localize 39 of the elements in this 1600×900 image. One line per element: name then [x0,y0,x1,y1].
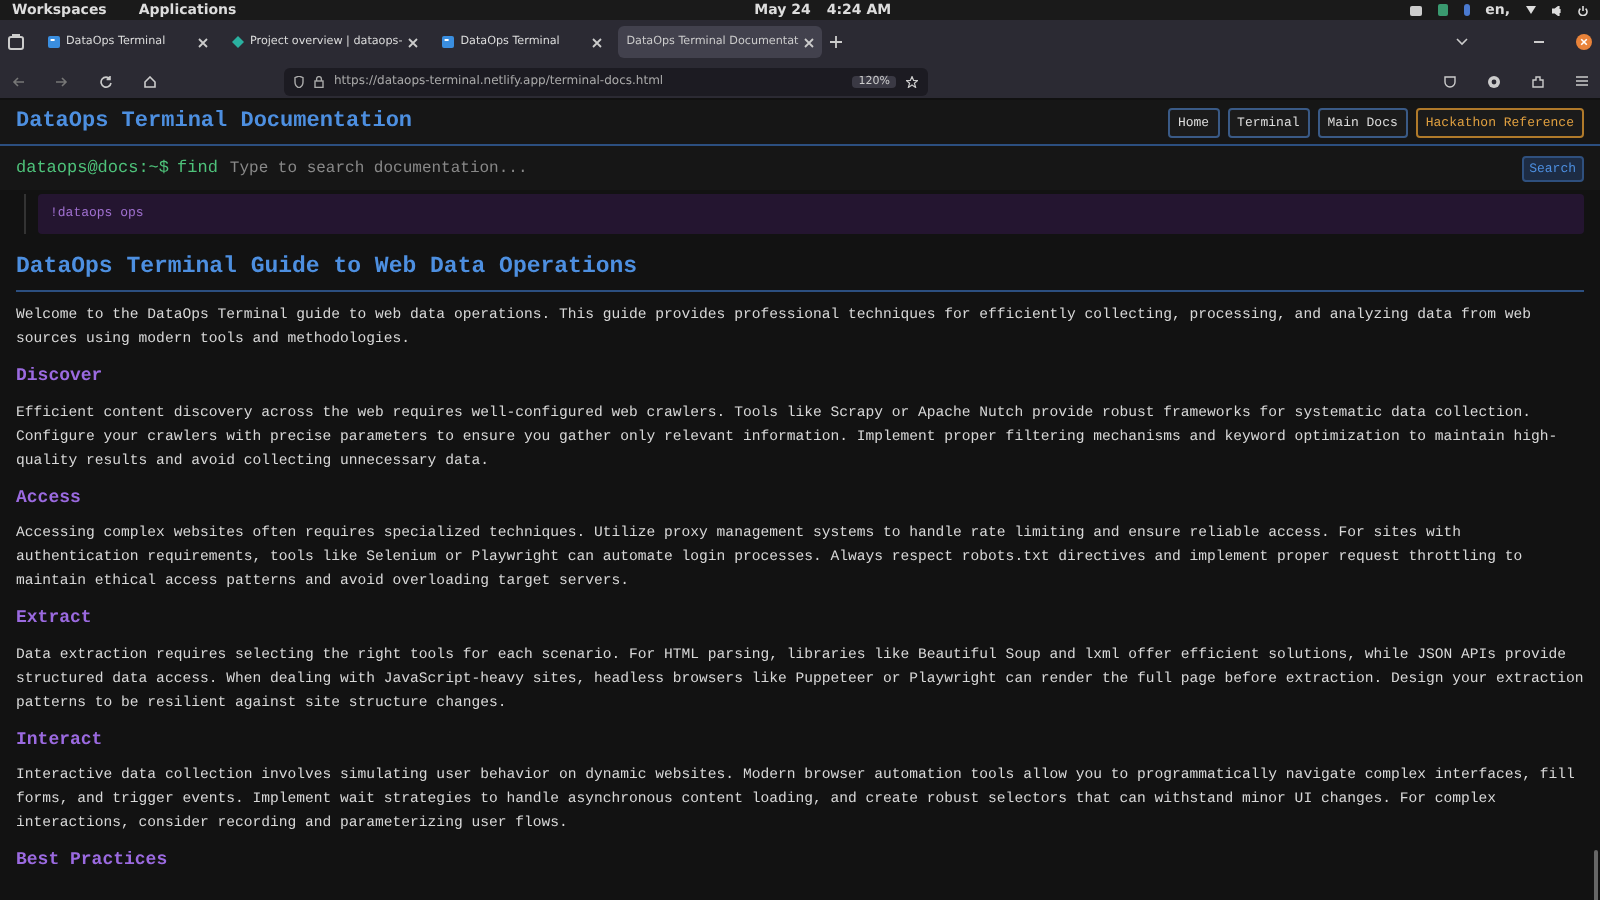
section-title: DataOps Terminal Guide to Web Data Operations [16,249,1584,292]
tray-app-icon[interactable] [1437,4,1448,16]
bluetooth-icon[interactable] [1463,4,1470,16]
close-icon[interactable] [804,37,815,47]
section-heading: Discover [16,364,105,390]
section-heading: Best Practices [16,848,170,874]
network-icon[interactable] [1526,6,1536,14]
new-tab-icon[interactable] [830,36,843,48]
bookmark-star-icon[interactable] [906,75,918,87]
pocket-icon[interactable] [1444,75,1456,87]
shield-icon[interactable] [294,75,304,87]
section-heading: Access [16,485,83,511]
prompt-text: dataops@docs:~$ [16,155,170,181]
tray-app-icon[interactable] [1409,5,1422,15]
power-icon[interactable] [1578,5,1588,15]
site-icon [442,36,455,48]
forward-icon[interactable] [56,75,68,87]
close-window-icon[interactable] [1576,34,1592,50]
diamond-icon [232,36,244,48]
home-icon[interactable] [144,75,156,87]
back-icon[interactable] [12,75,24,87]
minimize-icon[interactable] [1534,40,1544,44]
account-icon[interactable] [1488,75,1500,87]
site-icon [48,36,60,48]
extensions-icon[interactable] [1532,75,1544,87]
close-icon[interactable] [592,37,603,47]
lock-icon [314,75,324,87]
reload-icon[interactable] [100,75,112,87]
tab-list-icon[interactable] [1456,38,1468,46]
section-heading: Interact [16,727,105,753]
close-icon[interactable] [198,37,208,47]
volume-icon[interactable] [1552,5,1562,15]
command-text: find [177,155,218,181]
menu-icon[interactable] [1576,76,1588,86]
search-field[interactable]: Type to search documentation... [225,159,1522,177]
close-icon[interactable] [408,37,419,47]
tab-overview-icon[interactable] [8,34,24,50]
page-title: DataOps Terminal Documentation [16,107,415,138]
section-heading: Extract [16,606,94,632]
